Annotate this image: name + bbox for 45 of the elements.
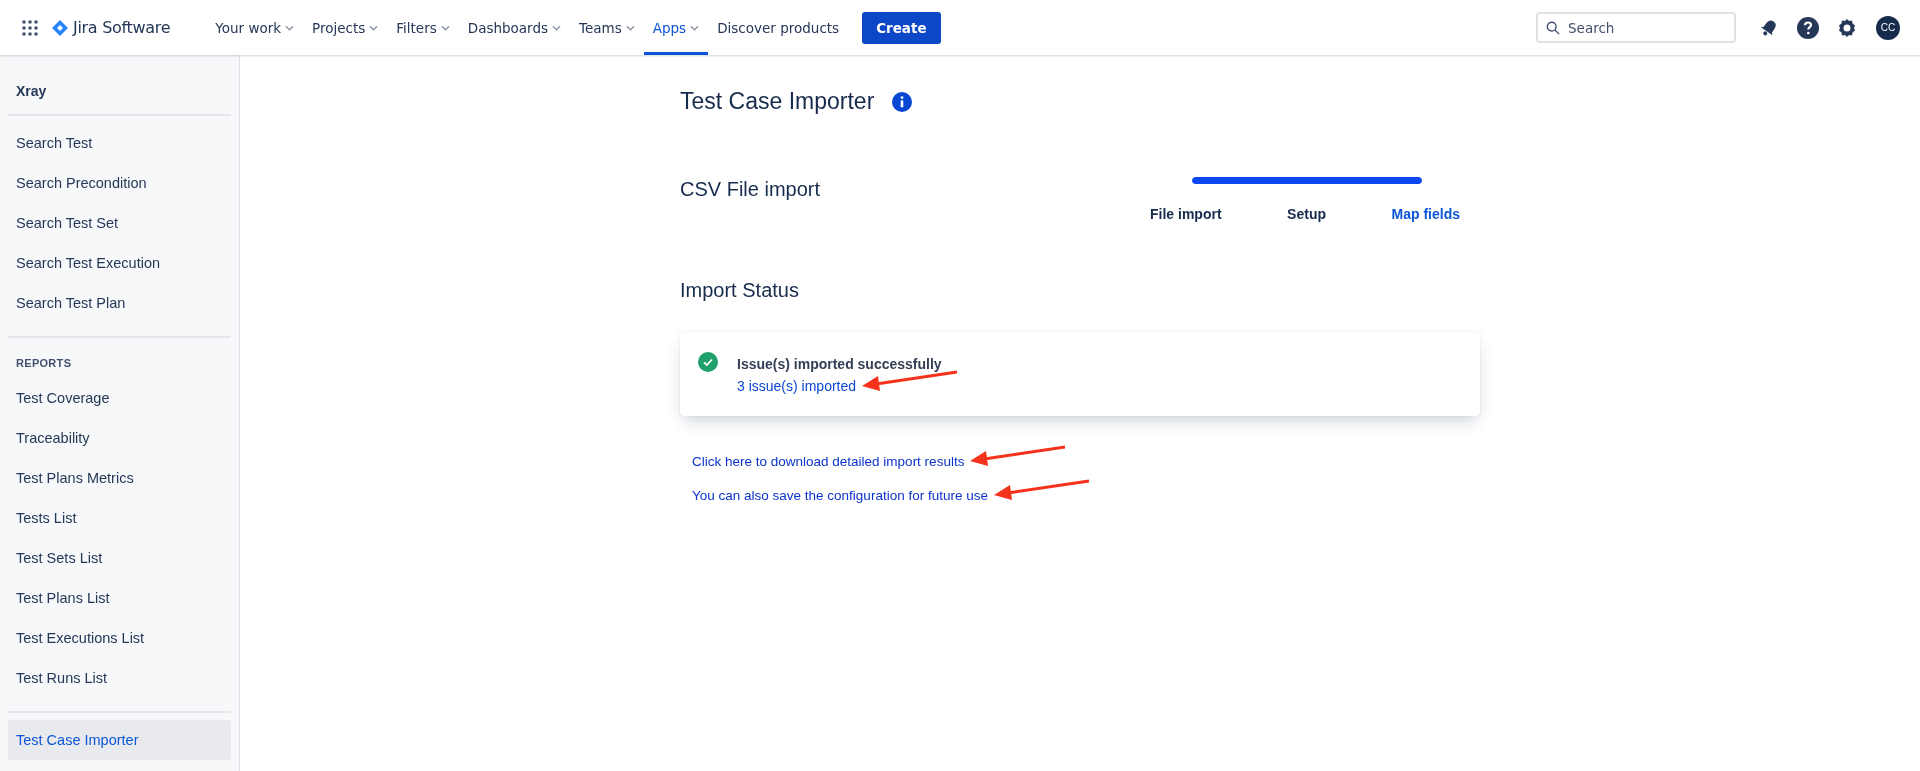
sidebar-item[interactable]: Test Executions List: [8, 618, 231, 658]
sidebar-item[interactable]: Tests List: [8, 498, 231, 538]
sidebar-item[interactable]: Test Plans Metrics: [8, 458, 231, 498]
sidebar-item[interactable]: Search Test Set: [8, 203, 231, 243]
app-switcher-icon[interactable]: [22, 19, 38, 36]
sidebar-item[interactable]: Search Test Execution: [8, 243, 231, 283]
notification-bell-icon[interactable]: [1759, 17, 1779, 38]
sidebar-section-heading: REPORTS: [15, 356, 73, 371]
text-link[interactable]: Click here to download detailed import results: [692, 453, 965, 469]
search-icon: [1546, 21, 1560, 35]
nav-menu-item[interactable]: Discover products: [708, 0, 849, 55]
progress-step-label: Setup: [1287, 206, 1326, 222]
sidebar-item[interactable]: Search Test Plan: [8, 283, 231, 323]
product-name[interactable]: Jira Software: [73, 18, 171, 37]
sidebar-item[interactable]: Search Test: [8, 123, 231, 163]
help-icon[interactable]: [1797, 16, 1819, 39]
search-field[interactable]: Search: [1536, 12, 1736, 43]
progress-step-label: File import: [1150, 206, 1222, 222]
check-circle-icon: [698, 352, 718, 372]
sidebar-title: Xray: [15, 82, 48, 101]
sidebar-item[interactable]: Traceability: [8, 418, 231, 458]
nav-menu-item[interactable]: Apps: [643, 0, 709, 55]
sidebar-item[interactable]: Test Sets List: [8, 538, 231, 578]
status-message: Issue(s) imported successfully: [737, 356, 943, 372]
nav-menu-item[interactable]: Filters: [387, 0, 459, 55]
nav-menu-item[interactable]: Your work: [206, 0, 304, 55]
sidebar-item[interactable]: Test Case Importer: [8, 720, 231, 760]
sidebar-item[interactable]: Test Plans List: [8, 578, 231, 618]
nav-menu-item[interactable]: Teams: [570, 0, 644, 55]
issues-link[interactable]: 3 issue(s) imported: [737, 378, 857, 394]
section-heading: CSV File import: [680, 178, 821, 202]
sidebar-item[interactable]: Search Precondition: [8, 163, 231, 203]
page-title: Test Case Importer: [680, 88, 875, 115]
sidebar-item[interactable]: Test Coverage: [8, 378, 231, 418]
nav-menu-item[interactable]: Projects: [303, 0, 388, 55]
create-button[interactable]: Create: [862, 11, 941, 44]
user-avatar[interactable]: CC: [1876, 15, 1900, 40]
nav-menu-item[interactable]: Dashboards: [458, 0, 571, 55]
progress-step-label: Map fields: [1391, 206, 1460, 222]
settings-icon[interactable]: [1837, 17, 1857, 38]
info-icon[interactable]: [892, 91, 913, 112]
section-heading: Import Status: [680, 279, 800, 302]
sidebar-item[interactable]: Test Runs List: [8, 658, 231, 698]
logo-icon: [52, 19, 68, 36]
text-link[interactable]: You can also save the configuration for future use: [692, 487, 988, 503]
